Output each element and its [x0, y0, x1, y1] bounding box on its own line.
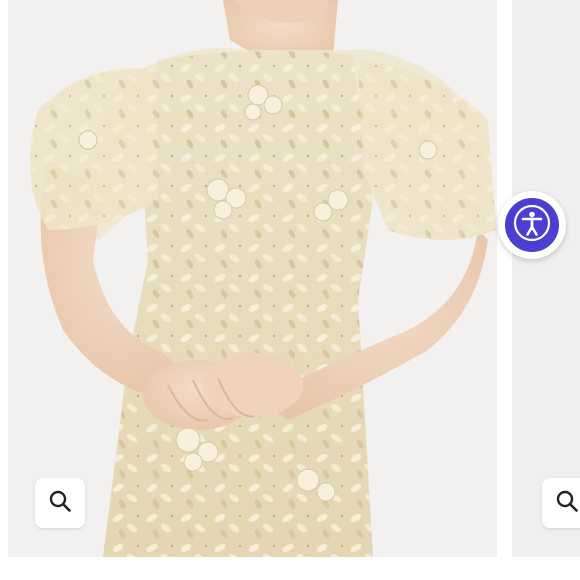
accessibility-button[interactable]: [498, 191, 566, 259]
magnifier-icon: [48, 489, 72, 518]
zoom-button[interactable]: [35, 478, 85, 528]
dress-photo: [8, 0, 497, 557]
product-image-next[interactable]: [512, 0, 580, 557]
product-gallery: [0, 0, 580, 580]
zoom-button-next[interactable]: [542, 478, 580, 528]
dress-photo: [512, 0, 580, 557]
magnifier-icon: [555, 489, 579, 518]
accessibility-person-icon: [512, 203, 552, 248]
product-image-main[interactable]: [8, 0, 497, 557]
accessibility-button-inner: [505, 198, 559, 252]
